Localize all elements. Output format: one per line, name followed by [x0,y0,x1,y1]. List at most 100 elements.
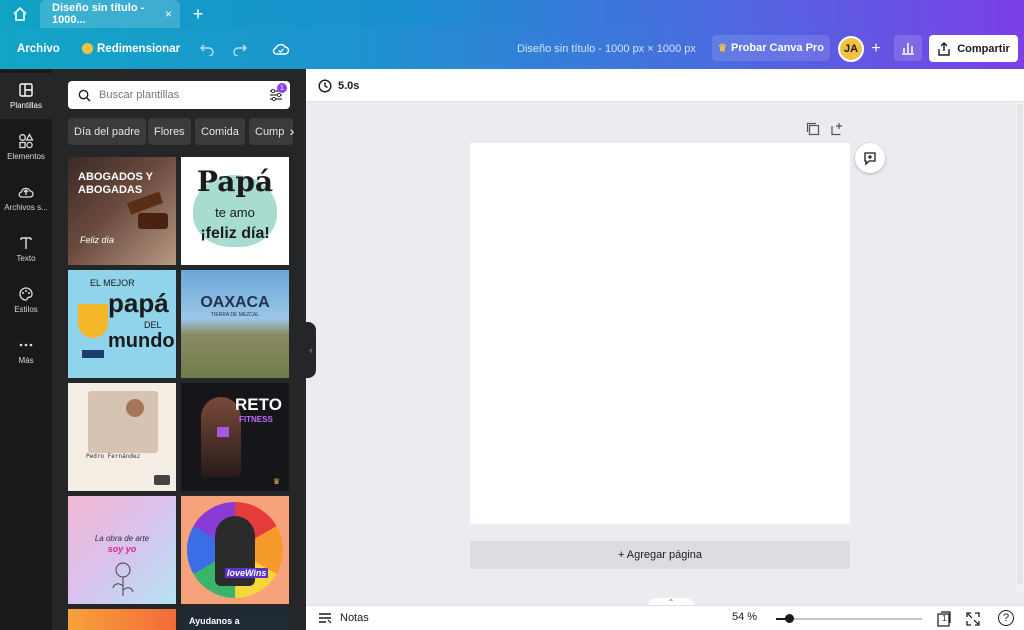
template-title: mundo [108,330,175,352]
canvas-header [306,69,1024,102]
add-comment-button[interactable] [855,143,885,173]
page-count-button[interactable]: 1 [935,610,953,628]
try-pro-button[interactable]: ♛ Probar Canva Pro [712,35,830,61]
rail-label: Texto [16,254,36,263]
collapse-panel-button[interactable]: ‹ [306,322,316,378]
page-tools [806,122,844,136]
template-thumbnail[interactable]: ABOGADOS Y ABOGADAS Feliz día [68,157,176,265]
share-button[interactable]: Compartir [929,35,1018,62]
duplicate-page-icon[interactable] [806,122,820,136]
zoom-level[interactable]: 54 % [732,611,757,623]
editor-toolbar: Archivo Redimensionar Diseño sin título … [0,28,1024,69]
flower-icon [112,562,134,596]
template-title: EL MEJOR [90,278,135,288]
template-thumbnail[interactable]: RETO FITNESS ♛ [181,383,289,491]
filter-icon[interactable]: 1 [268,83,287,103]
template-thumbnail[interactable]: Pedro Fernández [68,383,176,491]
new-tab-button[interactable]: + [188,3,208,25]
template-title: ¡feliz día! [200,225,270,242]
template-title: Papá [196,165,274,198]
zoom-slider-track[interactable] [776,618,922,620]
crown-icon: ♛ [718,42,728,54]
template-thumbnail[interactable]: loveWins [181,496,289,604]
template-title: Ayudanos a [189,616,240,626]
rail-label: Archivos s... [4,203,48,212]
close-tab-icon[interactable]: × [165,7,172,21]
trophy-base [82,350,104,358]
template-title: ABOGADOS Y [78,171,153,183]
template-title: FITNESS [239,415,273,424]
category-chip[interactable]: Flores [148,118,191,145]
duration-label: 5.0s [338,80,360,92]
template-thumbnail[interactable]: Papá te amo ¡feliz día! [181,157,289,265]
undo-icon[interactable] [196,38,218,60]
resize-button[interactable]: Redimensionar [82,28,180,69]
notes-icon [319,613,332,624]
rail-label: Plantillas [9,101,42,110]
chevron-left-icon: ‹ [309,345,313,355]
rail-item-uploads[interactable]: Archivos s... [0,175,52,221]
template-title: papá [108,288,169,318]
cloud-save-icon[interactable] [270,38,292,60]
gavel-base [138,213,168,229]
side-rail: Plantillas Elementos Archivos s... Texto… [0,69,52,630]
design-page[interactable] [470,143,850,524]
elements-icon [19,133,34,149]
avatar[interactable]: JA [838,36,864,62]
notes-button[interactable]: Notas [318,610,369,626]
category-chip[interactable]: Comida [195,118,245,145]
rail-item-more[interactable]: Más [0,328,52,374]
search-box[interactable]: 1 [68,81,290,109]
text-icon [20,237,32,249]
filter-count-badge: 1 [277,83,287,93]
template-title: soy yo [107,544,137,554]
template-title: ABOGADAS [78,184,143,196]
duration-button[interactable]: 5.0s [318,77,359,95]
home-icon[interactable] [8,4,32,24]
rail-label: Elementos [7,152,45,161]
template-subtitle: Feliz día [80,235,115,245]
template-title: RETO [235,395,282,414]
browser-tab[interactable]: Diseño sin título - 1000... × [40,0,180,28]
add-page-button[interactable]: + Agregar página [470,541,850,569]
rail-item-elements[interactable]: Elementos [0,124,52,170]
add-page-icon[interactable] [830,122,844,136]
sports-top [217,427,229,437]
file-menu-button[interactable]: Archivo [17,28,60,69]
scrollbar-thumb[interactable] [1017,104,1023,584]
redo-icon[interactable] [229,38,251,60]
resize-label: Redimensionar [97,42,181,55]
person-head [126,399,144,417]
template-thumbnail[interactable]: La obra de arte soy yo [68,496,176,604]
category-chip[interactable]: Día del padre [68,118,147,145]
upload-icon [18,187,34,198]
tab-title: Diseño sin título - 1000... [52,2,145,26]
template-subtitle: TIERRA DE MEZCAL [210,312,260,318]
template-title: te amo [215,205,255,220]
template-title: OAXACA [200,294,270,311]
rail-item-styles[interactable]: Estilos [0,277,52,323]
insights-button[interactable] [894,35,922,61]
template-title: DEL [144,320,162,330]
vertical-scrollbar[interactable] [1016,102,1024,592]
template-title: La obra de arte [94,534,150,543]
template-thumbnail[interactable]: OAXACA TIERRA DE MEZCAL [181,270,289,378]
template-thumbnail[interactable]: EL MEJOR papá DEL mundo [68,270,176,378]
rail-item-templates[interactable]: Plantillas [0,73,52,119]
templates-panel: 1 Día del padre Flores Comida Cump › ABO… [52,69,306,630]
page-count: 1 [942,614,947,623]
fullscreen-icon[interactable] [964,610,982,628]
add-member-button[interactable]: + [867,38,885,60]
chevron-right-icon[interactable]: › [284,122,300,140]
template-thumbnail[interactable] [68,609,176,630]
document-title[interactable]: Diseño sin título - 1000 px × 1000 px [517,28,696,69]
share-label: Compartir [957,42,1010,55]
clock-icon [318,79,332,93]
notes-label: Notas [340,612,369,624]
help-button[interactable]: ? [998,610,1014,626]
template-thumbnail[interactable]: Ayudanos a [181,609,289,630]
rail-item-text[interactable]: Texto [0,226,52,272]
photo-shape [88,391,158,453]
rail-label: Más [18,356,34,365]
search-input[interactable] [99,89,259,101]
